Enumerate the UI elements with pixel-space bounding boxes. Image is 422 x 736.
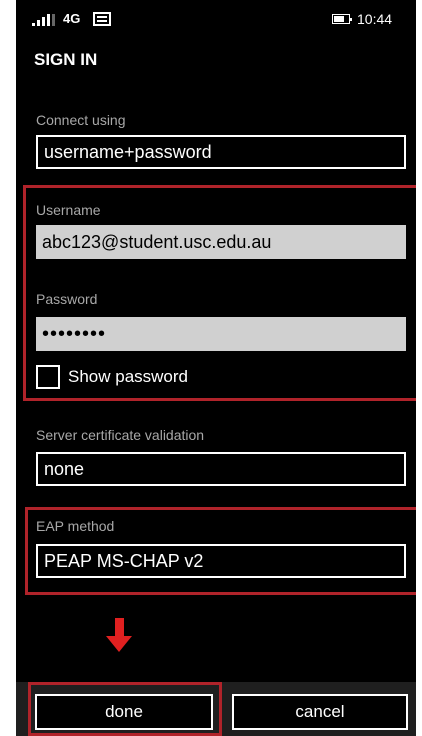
password-label: Password	[36, 291, 98, 307]
connect-using-label: Connect using	[36, 112, 126, 128]
username-label: Username	[36, 202, 101, 218]
eap-method-label: EAP method	[36, 518, 115, 534]
status-bar: 4G 10:44	[16, 0, 416, 38]
server-cert-select[interactable]: none	[36, 452, 406, 486]
show-password-label[interactable]: Show password	[68, 367, 188, 387]
username-field[interactable]: abc123@student.usc.edu.au	[36, 225, 406, 259]
clock: 10:44	[357, 11, 393, 27]
down-arrow-icon	[106, 618, 132, 654]
connect-using-select[interactable]: username+password	[36, 135, 406, 169]
battery-icon	[332, 14, 352, 24]
phone-screen: 4G 10:44 SIGN IN Connect using username+…	[16, 0, 416, 736]
server-cert-label: Server certificate validation	[36, 427, 205, 443]
eap-method-select[interactable]: PEAP MS-CHAP v2	[36, 544, 406, 578]
network-type: 4G	[63, 11, 81, 26]
password-field[interactable]: ••••••••	[36, 317, 406, 351]
page-title: SIGN IN	[34, 50, 98, 69]
signal-bars-icon	[32, 14, 55, 26]
done-button[interactable]: done	[35, 694, 213, 730]
show-password-checkbox[interactable]	[36, 365, 60, 389]
cancel-button[interactable]: cancel	[232, 694, 408, 730]
message-icon	[93, 12, 111, 26]
